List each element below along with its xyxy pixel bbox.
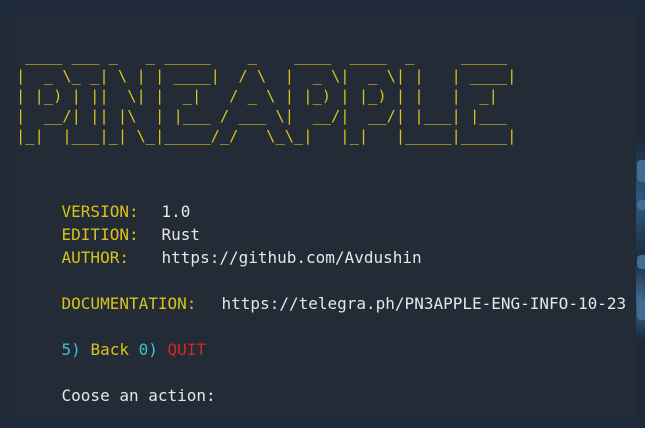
documentation-row: DOCUMENTATION: https://telegra.ph/PN3APPL… — [23, 274, 627, 313]
author-row: AUTHOR: https://github.com/Avdushin — [23, 228, 422, 267]
action-prompt: Coose an action: — [61, 386, 216, 405]
author-label: AUTHOR: — [61, 248, 129, 267]
edition-row: EDITION: Rust — [23, 205, 201, 244]
back-label: Back — [90, 340, 129, 359]
documentation-label: DOCUMENTATION: — [61, 294, 197, 313]
back-key: 5) — [61, 340, 81, 359]
version-row: VERSION: 1.0 — [23, 182, 191, 221]
ascii-banner: ____ ___ _ _ _____ _ ____ ____ _ _____ |… — [16, 47, 517, 145]
menu-item-quit[interactable]: 0) QUIT — [139, 340, 206, 359]
quit-label: QUIT — [167, 340, 207, 359]
menu-item-back[interactable]: 5) Back — [62, 340, 129, 359]
wallpaper-decoration — [637, 160, 645, 182]
documentation-link[interactable]: https://telegra.ph/PN3APPLE-ENG-INFO-10-… — [222, 294, 627, 313]
wallpaper-decoration — [637, 200, 645, 210]
wallpaper-decoration — [637, 300, 645, 320]
prompt-row[interactable]: Coose an action: — [23, 366, 216, 405]
menu-row: 5) Back 0) QUIT — [23, 320, 207, 359]
wallpaper-decoration — [637, 255, 645, 269]
author-link[interactable]: https://github.com/Avdushin — [162, 248, 422, 267]
quit-key: 0) — [138, 340, 158, 359]
terminal-window[interactable]: ____ ___ _ _ _____ _ ____ ____ _ _____ |… — [10, 12, 636, 418]
